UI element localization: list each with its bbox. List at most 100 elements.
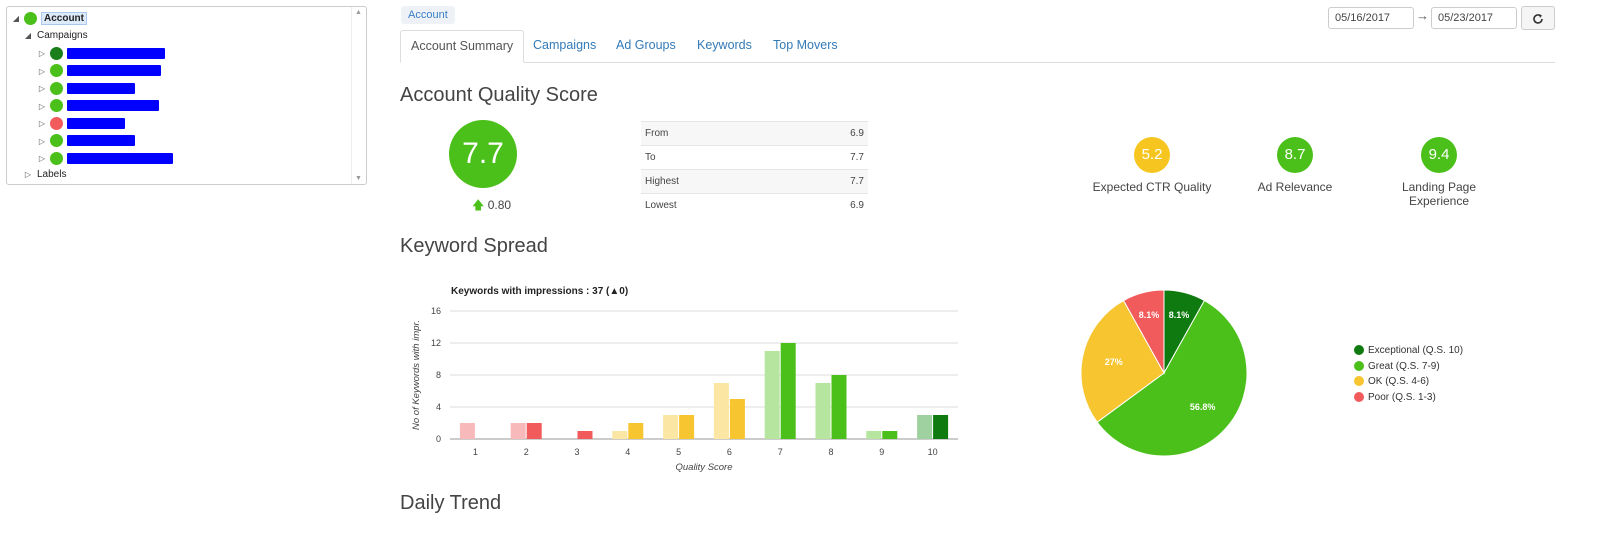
quality-score-table: From 6.9 To 7.7 Highest 7.7 Lowest 6.9 — [641, 121, 868, 217]
bar-current — [831, 375, 847, 439]
bar-current — [729, 399, 745, 439]
date-range-arrow-icon: → — [1416, 8, 1429, 23]
tree-scrollbar[interactable]: ▲ ▼ — [351, 7, 366, 184]
metric-label: Landing Page Experience — [1401, 180, 1477, 208]
row-label: Highest — [641, 169, 791, 194]
tab-ad-groups[interactable]: Ad Groups — [606, 30, 686, 61]
bar-previous — [713, 383, 729, 439]
redacted-campaign-name — [67, 65, 161, 77]
tree-node-labels[interactable]: ▷ Labels — [23, 167, 67, 183]
quality-score-delta: 🡅 0.80 — [472, 196, 511, 217]
bar-previous — [866, 431, 882, 439]
redacted-campaign-name — [67, 117, 125, 129]
x-tick-label: 7 — [778, 447, 783, 457]
tree-node-campaign[interactable]: ▷ — [37, 46, 165, 62]
refresh-button[interactable] — [1521, 6, 1555, 30]
pie-data-label: 56.8% — [1190, 402, 1216, 412]
row-value: 6.9 — [790, 121, 868, 146]
tree-node-campaign[interactable]: ▷ — [37, 151, 173, 167]
legend-item[interactable]: Exceptional (Q.S. 10) — [1354, 344, 1463, 358]
quality-score-badge: 7.7 — [449, 120, 517, 188]
collapse-toggle-icon[interactable]: ◢ — [23, 28, 33, 44]
x-tick-label: 5 — [676, 447, 681, 457]
delta-value: 0.80 — [487, 198, 512, 212]
pie-data-label: 8.1% — [1139, 310, 1160, 320]
bar-previous — [510, 423, 526, 439]
account-tree-panel: ◢ Account ◢ Campaigns ▷ ▷ ▷ ▷ ▷ ▷ ▷ ▷ Labels ▲ ▼ — [6, 6, 367, 185]
legend-swatch-icon — [1354, 391, 1364, 402]
tab-campaigns[interactable]: Campaigns — [523, 30, 606, 61]
redacted-campaign-name — [67, 82, 135, 94]
table-row: From 6.9 — [641, 121, 868, 146]
legend-item[interactable]: Poor (Q.S. 1-3) — [1354, 391, 1436, 405]
metric-ad-relevance: 8.7 Ad Relevance — [1245, 137, 1345, 194]
y-axis-label: No of Keywords with impr. — [411, 320, 422, 430]
y-tick-label: 16 — [431, 306, 441, 316]
bar-current — [577, 431, 593, 439]
refresh-icon — [1533, 13, 1543, 24]
tree-node-label: Labels — [37, 169, 67, 180]
status-dot-icon — [50, 81, 63, 95]
expand-toggle-icon[interactable]: ▷ — [37, 151, 47, 167]
expand-toggle-icon[interactable]: ▷ — [23, 167, 33, 183]
section-title-daily-trend: Daily Trend — [400, 492, 502, 514]
row-label: Lowest — [641, 193, 791, 217]
x-axis-label: Quality Score — [675, 462, 732, 473]
pie-data-label: 27% — [1105, 357, 1123, 367]
metric-value-badge: 8.7 — [1277, 137, 1313, 173]
expand-toggle-icon[interactable]: ▷ — [37, 81, 47, 97]
legend-item[interactable]: OK (Q.S. 4-6) — [1354, 375, 1429, 389]
tree-node-campaigns[interactable]: ◢ Campaigns — [23, 28, 88, 44]
bar-previous — [663, 415, 679, 439]
scroll-up-icon[interactable]: ▲ — [355, 9, 362, 16]
date-from-input[interactable] — [1328, 7, 1414, 29]
tree-node-campaign[interactable]: ▷ — [37, 64, 161, 80]
legend-label: Exceptional (Q.S. 10) — [1368, 345, 1464, 356]
x-tick-label: 8 — [828, 447, 833, 457]
x-tick-label: 4 — [625, 447, 630, 457]
expand-toggle-icon[interactable]: ▷ — [37, 64, 47, 80]
bar-previous — [815, 383, 831, 439]
arrow-up-icon: 🡅 — [472, 198, 485, 212]
status-dot-icon — [50, 151, 63, 165]
tree-node-label: Account — [41, 12, 87, 25]
collapse-toggle-icon[interactable]: ◢ — [11, 11, 21, 27]
bar-current — [526, 423, 542, 439]
bar-current — [679, 415, 695, 439]
table-row: To 7.7 — [641, 145, 868, 170]
expand-toggle-icon[interactable]: ▷ — [37, 116, 47, 132]
expand-toggle-icon[interactable]: ▷ — [37, 134, 47, 150]
x-tick-label: 9 — [879, 447, 884, 457]
metric-value-badge: 5.2 — [1134, 137, 1170, 173]
breadcrumb[interactable]: Account — [401, 6, 455, 24]
legend-label: Poor (Q.S. 1-3) — [1368, 391, 1436, 403]
redacted-campaign-name — [67, 152, 173, 164]
tree-node-campaign[interactable]: ▷ — [37, 116, 125, 132]
bar-current — [628, 423, 644, 439]
bar-previous — [764, 351, 780, 439]
table-row: Lowest 6.9 — [641, 193, 868, 217]
x-tick-label: 6 — [727, 447, 732, 457]
expand-toggle-icon[interactable]: ▷ — [37, 46, 47, 62]
status-dot-icon — [50, 46, 63, 60]
section-title-keyword-spread: Keyword Spread — [400, 235, 548, 257]
y-tick-label: 8 — [436, 370, 441, 380]
date-to-input[interactable] — [1431, 7, 1517, 29]
tab-top-movers[interactable]: Top Movers — [763, 30, 848, 61]
row-label: To — [641, 145, 791, 170]
tree-node-campaign[interactable]: ▷ — [37, 134, 135, 150]
pie-data-label: 8.1% — [1169, 310, 1190, 320]
expand-toggle-icon[interactable]: ▷ — [37, 99, 47, 115]
tree-node-campaign[interactable]: ▷ — [37, 99, 159, 115]
table-row: Highest 7.7 — [641, 169, 868, 194]
metric-label: Expected CTR Quality — [1092, 180, 1212, 194]
y-tick-label: 12 — [431, 338, 441, 348]
scroll-down-icon[interactable]: ▼ — [355, 175, 362, 182]
legend-item[interactable]: Great (Q.S. 7-9) — [1354, 360, 1440, 374]
status-dot-icon — [50, 99, 63, 113]
tree-node-campaign[interactable]: ▷ — [37, 81, 135, 97]
tree-node-account[interactable]: ◢ Account — [11, 11, 87, 27]
tab-account-summary[interactable]: Account Summary — [400, 30, 525, 63]
tree-node-label: Campaigns — [37, 30, 88, 41]
tab-keywords[interactable]: Keywords — [687, 30, 762, 61]
